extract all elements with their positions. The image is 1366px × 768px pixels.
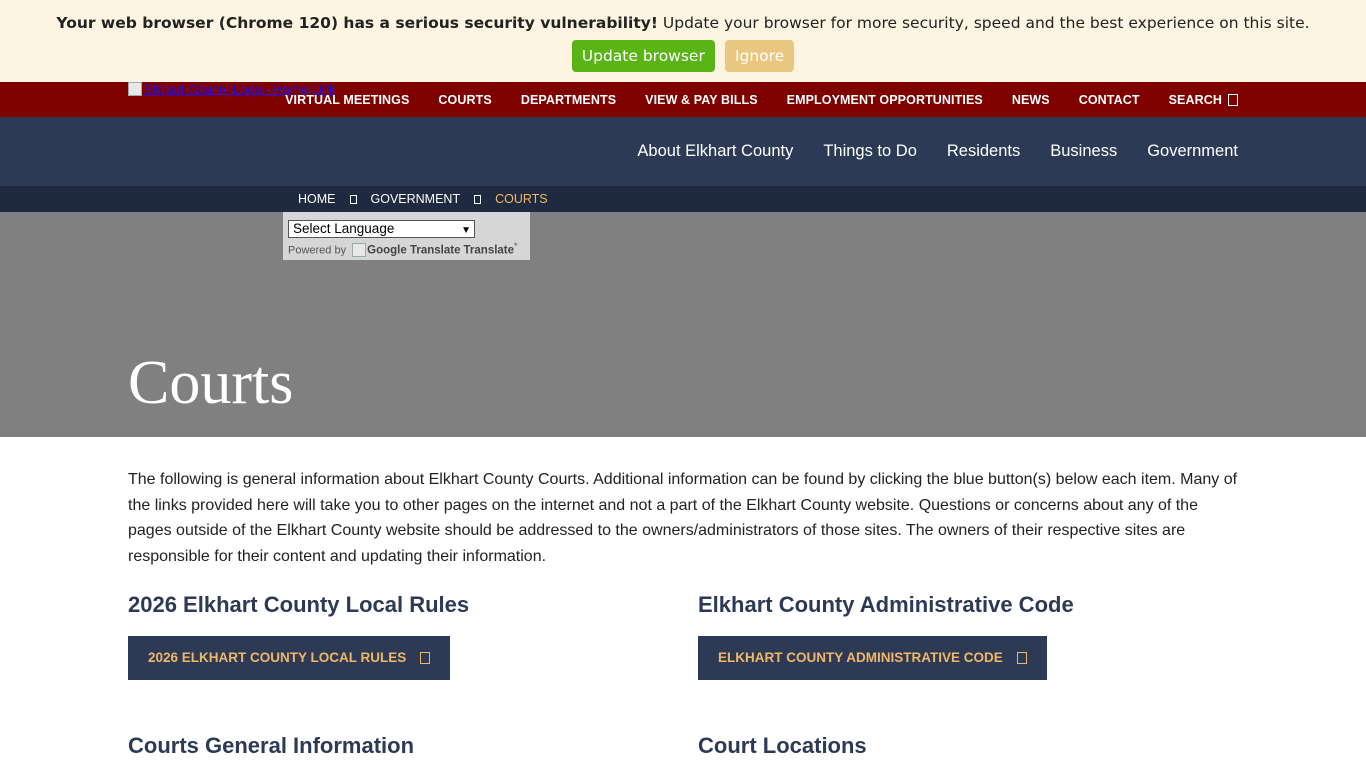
powered-by-google: Powered by Google Translate Translate* <box>288 241 518 257</box>
translate-link[interactable]: Translate <box>464 245 515 257</box>
intro-paragraph: The following is general information abo… <box>128 471 1238 566</box>
browser-update-banner: Your web browser (Chrome 120) has a seri… <box>0 0 1366 82</box>
language-select[interactable]: Select Language ▼ <box>288 220 475 238</box>
ignore-button[interactable]: Ignore <box>724 40 795 72</box>
section-administrative-code: Elkhart County Administrative Code ELKHA… <box>698 592 1074 680</box>
chevron-right-icon <box>349 194 357 204</box>
page-title: Courts <box>128 349 294 417</box>
section-title: Courts General Information <box>128 733 415 758</box>
google-translate-alt: Google Translate <box>367 244 461 257</box>
util-nav-departments[interactable]: DEPARTMENTS <box>521 93 616 107</box>
breadcrumb-government[interactable]: GOVERNMENT <box>371 192 461 206</box>
chevron-right-icon <box>474 194 482 204</box>
main-nav-residents[interactable]: Residents <box>947 142 1020 161</box>
util-nav-news[interactable]: NEWS <box>1012 93 1050 107</box>
util-nav-view-pay-bills[interactable]: VIEW & PAY BILLS <box>645 93 758 107</box>
util-nav-virtual-meetings[interactable]: VIRTUAL MEETINGS <box>285 93 409 107</box>
breadcrumb-current: COURTS <box>495 192 548 206</box>
google-translate-widget: Select Language ▼ Powered by Google Tran… <box>283 212 530 260</box>
main-nav-things-to-do[interactable]: Things to Do <box>823 142 917 161</box>
main-nav-government[interactable]: Government <box>1147 142 1238 161</box>
main-nav-business[interactable]: Business <box>1050 142 1117 161</box>
section-court-locations: Court Locations <box>698 733 867 759</box>
button-label: ELKHART COUNTY ADMINISTRATIVE CODE <box>718 650 1003 665</box>
language-select-value: Select Language <box>293 221 395 236</box>
utility-nav: Elkhart County Logo - Home Link VIRTUAL … <box>0 82 1366 117</box>
section-general-information: Courts General Information <box>128 733 414 759</box>
external-link-icon <box>420 652 431 664</box>
chevron-down-icon: ▼ <box>461 225 471 236</box>
util-nav-contact[interactable]: CONTACT <box>1079 93 1140 107</box>
hero-banner: Select Language ▼ Powered by Google Tran… <box>0 212 1366 437</box>
main-nav-items: About Elkhart County Things to Do Reside… <box>637 117 1238 186</box>
banner-warning: Your web browser (Chrome 120) has a seri… <box>56 14 658 32</box>
local-rules-button[interactable]: 2026 ELKHART COUNTY LOCAL RULES <box>128 636 451 680</box>
breadcrumb: HOME GOVERNMENT COURTS <box>0 186 1366 212</box>
section-local-rules: 2026 Elkhart County Local Rules 2026 ELK… <box>128 592 470 680</box>
asterisk: * <box>514 241 518 251</box>
external-link-icon <box>1016 652 1027 664</box>
search-label: SEARCH <box>1168 92 1222 107</box>
section-title: Elkhart County Administrative Code <box>698 592 1074 617</box>
banner-detail: Update your browser for more security, s… <box>657 14 1310 32</box>
main-nav-about[interactable]: About Elkhart County <box>637 142 793 161</box>
util-nav-courts[interactable]: COURTS <box>438 93 491 107</box>
banner-message: Your web browser (Chrome 120) has a seri… <box>0 14 1366 32</box>
main-nav: About Elkhart County Things to Do Reside… <box>0 117 1366 186</box>
breadcrumb-home[interactable]: HOME <box>298 192 336 206</box>
search-button[interactable]: SEARCH <box>1169 93 1238 107</box>
section-title: 2026 Elkhart County Local Rules <box>128 592 470 617</box>
button-label: 2026 ELKHART COUNTY LOCAL RULES <box>148 650 407 665</box>
broken-image-icon <box>128 82 142 96</box>
administrative-code-button[interactable]: ELKHART COUNTY ADMINISTRATIVE CODE <box>698 636 1047 680</box>
util-nav-employment[interactable]: EMPLOYMENT OPPORTUNITIES <box>787 93 983 107</box>
utility-nav-items: VIRTUAL MEETINGS COURTS DEPARTMENTS VIEW… <box>285 82 1238 117</box>
powered-by-label: Powered by <box>288 244 350 257</box>
breadcrumb-list: HOME GOVERNMENT COURTS <box>298 186 548 212</box>
search-icon <box>1228 93 1238 106</box>
banner-buttons: Update browser Ignore <box>0 40 1366 72</box>
google-logo-icon <box>352 242 367 257</box>
update-browser-button[interactable]: Update browser <box>571 40 715 72</box>
section-title: Court Locations <box>698 733 867 758</box>
